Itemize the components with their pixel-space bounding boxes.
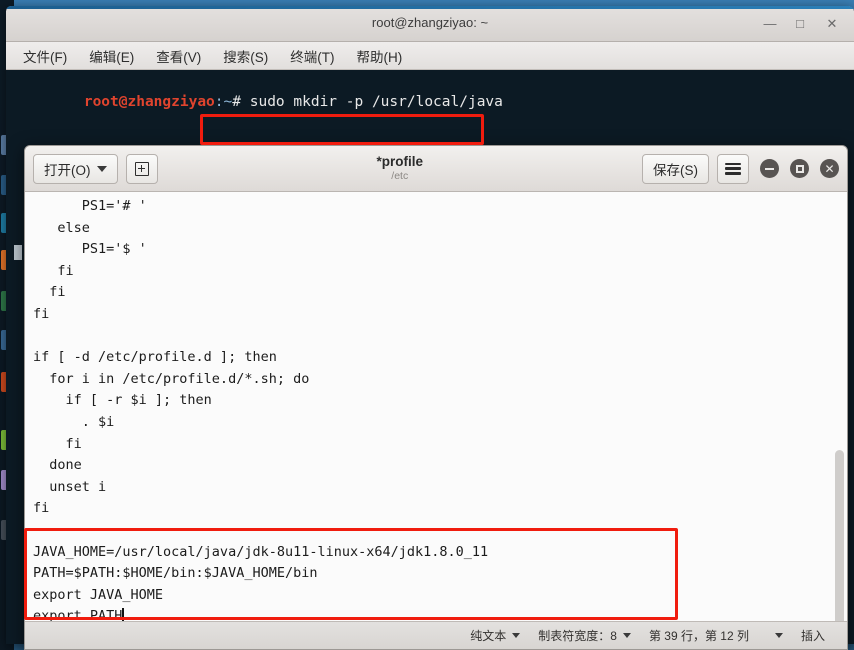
close-icon: ✕ [824, 161, 835, 176]
text-cursor [122, 608, 124, 621]
maximize-icon [795, 164, 804, 173]
gedit-minimize-button[interactable] [760, 159, 779, 178]
terminal-minimize-icon[interactable]: — [762, 16, 778, 32]
insert-mode-label: 插入 [800, 629, 825, 643]
terminal-close-icon[interactable]: ✕ [824, 16, 840, 32]
titlebar-accent [6, 6, 854, 9]
menu-item-file[interactable]: 文件(F) [20, 44, 70, 68]
open-file-button[interactable]: 打开(O) [33, 153, 118, 184]
gedit-window: 打开(O) *profile /etc 保存(S) ✕ PS1='# ' els… [24, 145, 848, 650]
terminal-prompt-path: :~ [214, 94, 233, 110]
gedit-title-block: *profile /etc [158, 155, 643, 181]
save-button[interactable]: 保存(S) [642, 153, 709, 184]
terminal-title: root@zhangziyao: ~ [371, 15, 489, 30]
menu-item-help[interactable]: 帮助(H) [354, 44, 406, 68]
gedit-statusbar: 纯文本 制表符宽度：8 第 39 行，第 12 列 插入 [25, 621, 847, 649]
gedit-window-controls: ✕ [760, 159, 839, 178]
tab-width-selector[interactable]: 制表符宽度：8 [538, 627, 631, 644]
chevron-down-icon [96, 165, 107, 172]
gedit-document-path: /etc [391, 169, 409, 182]
minimize-icon [765, 167, 774, 170]
terminal-maximize-icon[interactable]: □ [792, 16, 808, 32]
editor-content: PS1='# ' else PS1='$ ' fi fi fi if [ -d … [33, 198, 489, 621]
desktop-root: root@zhangziyao: ~ — □ ✕ 文件(F) 编辑(E) 查看(… [0, 0, 854, 650]
gedit-editor-view[interactable]: PS1='# ' else PS1='$ ' fi fi fi if [ -d … [25, 192, 847, 621]
language-selector[interactable]: 纯文本 [470, 627, 521, 644]
chevron-down-icon [622, 633, 631, 638]
chevron-down-icon [774, 633, 783, 638]
save-button-label: 保存(S) [653, 162, 698, 178]
gedit-document-title: *profile [376, 154, 423, 170]
gedit-editor-text[interactable]: PS1='# ' else PS1='$ ' fi fi fi if [ -d … [33, 196, 821, 621]
language-label: 纯文本 [470, 629, 507, 643]
editor-scrollbar[interactable] [834, 192, 845, 621]
hamburger-menu-button[interactable] [717, 153, 749, 184]
hamburger-icon [725, 162, 741, 175]
menu-item-terminal[interactable]: 终端(T) [287, 44, 337, 68]
new-document-button[interactable] [125, 153, 158, 184]
terminal-menubar: 文件(F) 编辑(E) 查看(V) 搜索(S) 终端(T) 帮助(H) [6, 42, 854, 70]
menu-item-view[interactable]: 查看(V) [153, 44, 204, 68]
open-button-label: 打开(O) [44, 162, 91, 178]
cursor-position-selector[interactable]: 第 39 行，第 12 列 [649, 627, 783, 644]
chevron-down-icon [512, 633, 521, 638]
gedit-headerbar: 打开(O) *profile /etc 保存(S) ✕ [25, 146, 847, 192]
gedit-maximize-button[interactable] [790, 159, 809, 178]
terminal-prompt-hash: # [232, 94, 250, 110]
terminal-cursor [14, 245, 22, 260]
terminal-line: root@zhangziyao:~# sudo mkdir -p /usr/lo… [14, 74, 854, 131]
editor-scrollbar-thumb[interactable] [835, 450, 844, 621]
terminal-titlebar[interactable]: root@zhangziyao: ~ — □ ✕ [6, 6, 854, 42]
terminal-command: sudo mkdir -p /usr/local/java [249, 94, 503, 110]
cursor-position-label: 第 39 行，第 12 列 [648, 629, 749, 643]
terminal-prompt-user: root@zhangziyao [83, 94, 215, 110]
new-document-icon [134, 161, 149, 176]
menu-item-search[interactable]: 搜索(S) [220, 44, 271, 68]
menu-item-edit[interactable]: 编辑(E) [86, 44, 137, 68]
gedit-close-button[interactable]: ✕ [820, 159, 839, 178]
tab-width-label: 制表符宽度：8 [538, 629, 617, 643]
